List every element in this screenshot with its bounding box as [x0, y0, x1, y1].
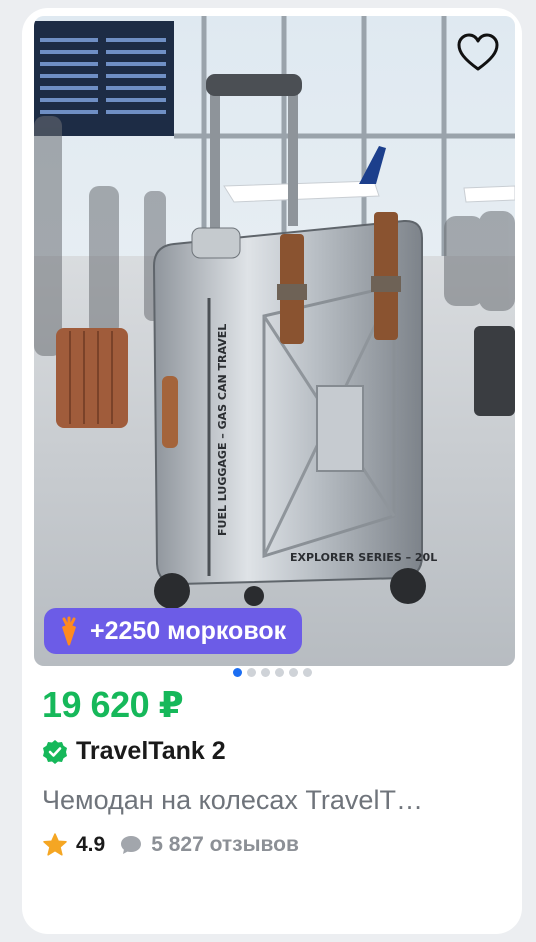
brand-row[interactable]: TravelTank 2: [42, 737, 226, 766]
series-label-text: EXPLORER SERIES – 20L: [290, 551, 437, 564]
gallery-dot[interactable]: [302, 668, 312, 677]
gallery-pagination[interactable]: [22, 668, 522, 677]
product-image: FUEL LUGGAGE – GAS CAN TRAVEL EXPLORER S…: [34, 16, 515, 666]
gallery-dot[interactable]: [288, 668, 298, 677]
gallery-dot[interactable]: [274, 668, 284, 677]
bonus-badge: +2250 морковок: [44, 608, 303, 654]
star-icon: [43, 833, 67, 856]
verified-icon: [43, 739, 67, 764]
rating-value: 4.9: [76, 833, 106, 856]
heart-icon: [457, 33, 499, 71]
brand-name[interactable]: TravelTank 2: [76, 737, 226, 766]
product-title[interactable]: Чемодан на колесах TravelT…: [42, 785, 512, 816]
favorite-button[interactable]: [455, 30, 501, 76]
product-price: 19 620 ₽: [42, 684, 184, 725]
gallery-dot-active[interactable]: [232, 668, 242, 677]
side-label-text: FUEL LUGGAGE – GAS CAN TRAVEL: [216, 324, 229, 536]
product-card[interactable]: FUEL LUGGAGE – GAS CAN TRAVEL EXPLORER S…: [22, 8, 522, 934]
bonus-text: +2250 морковок: [90, 616, 287, 645]
reviews-count[interactable]: 5 827 отзывов: [151, 833, 299, 857]
rating-row: 4.9 5 827 отзывов: [42, 832, 299, 858]
product-photo[interactable]: FUEL LUGGAGE – GAS CAN TRAVEL EXPLORER S…: [34, 16, 515, 666]
gallery-dot[interactable]: [260, 668, 270, 677]
comment-icon: [121, 836, 142, 854]
carrot-icon: [62, 616, 76, 646]
gallery-dot[interactable]: [246, 668, 256, 677]
